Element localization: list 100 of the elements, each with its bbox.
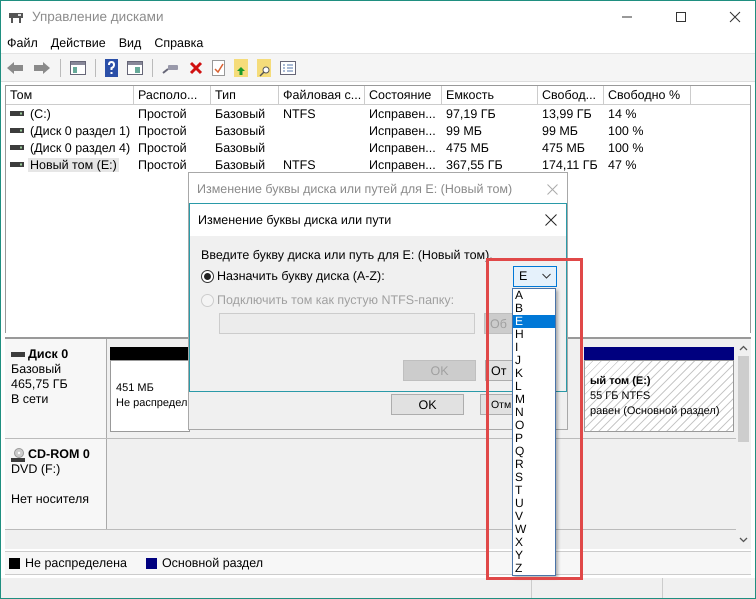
column-header[interactable]: Емкость: [442, 86, 538, 104]
partition-status: равен (Основной раздел): [590, 404, 721, 418]
table-cell: 475 МБ: [446, 140, 489, 154]
dialog-title: Изменение буквы диска или путей для E: (Новый том): [197, 182, 512, 196]
drive-icon: [10, 162, 24, 167]
help-icon[interactable]: [105, 58, 118, 76]
drive-letter-option[interactable]: E: [513, 315, 555, 328]
table-cell: Простой: [138, 140, 187, 154]
drive-letter-option[interactable]: K: [513, 367, 555, 380]
scroll-up-icon[interactable]: [739, 345, 748, 351]
delete-icon[interactable]: [189, 60, 203, 74]
drive-letter-option[interactable]: S: [513, 471, 555, 484]
menu-item[interactable]: Файл: [7, 36, 38, 50]
disk-type: DVD (F:): [11, 462, 62, 477]
drive-letter-option[interactable]: T: [513, 484, 555, 497]
drive-letter-option[interactable]: O: [513, 419, 555, 432]
drive-letter-option[interactable]: I: [513, 341, 555, 354]
drive-letter-option[interactable]: R: [513, 458, 555, 471]
panel-icon[interactable]: [127, 60, 143, 74]
menu-item[interactable]: Вид: [118, 36, 142, 50]
close-icon[interactable]: [545, 214, 557, 226]
partition-size: 451 МБ: [116, 381, 155, 396]
folder-search-icon[interactable]: [257, 58, 271, 76]
panel-icon[interactable]: [70, 60, 86, 74]
table-cell: 97,19 ГБ: [446, 106, 496, 120]
table-cell: 13,99 ГБ: [542, 106, 592, 120]
table-cell: 47 %: [608, 158, 636, 172]
partition-status: Не распредел: [116, 396, 188, 411]
disk-status: Нет носителя: [11, 492, 90, 507]
table-cell: 174,11 ГБ: [542, 158, 598, 172]
back-arrow-icon[interactable]: [6, 60, 24, 74]
dialog-button[interactable]: OK: [391, 394, 464, 415]
table-cell: Простой: [138, 158, 187, 172]
column-header[interactable]: Располо...: [134, 86, 211, 104]
disk-status: В сети: [11, 392, 50, 407]
table-cell: Простой: [138, 106, 187, 120]
drive-letter-option[interactable]: V: [513, 510, 555, 523]
drive-icon: [11, 352, 25, 357]
table-cell: 100 %: [608, 140, 644, 154]
drive-letter-option[interactable]: X: [513, 536, 555, 549]
checked-document-icon[interactable]: [212, 60, 225, 76]
drive-letter-option[interactable]: B: [513, 302, 555, 315]
caret-icon: [542, 273, 551, 279]
table-cell: Исправен...: [369, 106, 436, 120]
table-cell: Простой: [138, 124, 187, 138]
table-cell: 475 МБ: [542, 140, 585, 154]
dialog-button[interactable]: Отм: [480, 394, 512, 415]
table-cell: Исправен...: [369, 124, 436, 138]
drive-letter-option[interactable]: P: [513, 432, 555, 445]
drive-letter-option[interactable]: J: [513, 354, 555, 367]
volume-name[interactable]: (C:): [28, 106, 53, 120]
column-header[interactable]: Свобод...: [538, 86, 604, 104]
drive-letter-dropdown[interactable]: E: [513, 266, 557, 286]
drive-letter-option[interactable]: Z: [513, 562, 555, 575]
table-cell: Базовый: [215, 124, 266, 138]
volume-name[interactable]: (Диск 0 раздел 4): [28, 140, 132, 154]
table-cell: Базовый: [215, 158, 266, 172]
column-header[interactable]: Файловая с...: [279, 86, 365, 104]
menu-item[interactable]: Справка: [154, 36, 204, 50]
drive-letter-option[interactable]: W: [513, 523, 555, 536]
disk-type: Базовый: [11, 362, 62, 377]
scroll-down-icon[interactable]: [739, 537, 748, 543]
drive-icon: [10, 111, 24, 116]
disk-name: Диск 0: [28, 347, 68, 362]
window-title: Управление дисками: [32, 9, 164, 24]
drive-letter-option[interactable]: A: [513, 289, 555, 302]
radio-label[interactable]: Назначить букву диска (A-Z):: [217, 269, 385, 283]
drive-letter-option[interactable]: M: [513, 393, 555, 406]
table-cell: Базовый: [215, 140, 266, 154]
maximize-icon[interactable]: [675, 10, 687, 22]
forward-arrow-icon[interactable]: [33, 60, 51, 74]
partition-name: ый том (E:): [590, 374, 652, 388]
table-cell: 100 %: [608, 124, 644, 138]
drive-letter-option[interactable]: H: [513, 328, 555, 341]
folder-up-icon[interactable]: [234, 58, 248, 76]
column-header[interactable]: Том: [6, 86, 134, 104]
menu-item[interactable]: Действие: [50, 36, 106, 50]
legend-label: Основной раздел: [162, 556, 264, 570]
volume-name[interactable]: (Диск 0 раздел 1): [28, 124, 132, 138]
drive-icon: [10, 128, 24, 133]
table-cell: Базовый: [215, 106, 266, 120]
column-header[interactable]: Состояние: [365, 86, 442, 104]
drive-letter-option[interactable]: Q: [513, 445, 555, 458]
table-cell: 14 %: [608, 106, 636, 120]
drive-icon: [10, 145, 24, 150]
column-header[interactable]: Тип: [211, 86, 279, 104]
drive-letter-option[interactable]: N: [513, 406, 555, 419]
table-cell: Исправен...: [369, 158, 436, 172]
drive-letter-option[interactable]: Y: [513, 549, 555, 562]
table-cell: NTFS: [283, 158, 316, 172]
list-icon[interactable]: [280, 60, 296, 74]
volume-name[interactable]: Новый том (E:): [28, 158, 119, 172]
column-header[interactable]: Свободно %: [604, 86, 691, 104]
table-cell: NTFS: [283, 106, 316, 120]
table-cell: 367,55 ГБ: [446, 158, 503, 172]
close-icon[interactable]: [729, 10, 741, 22]
disk-name: CD-ROM 0: [28, 447, 90, 462]
drive-letter-option[interactable]: U: [513, 497, 555, 510]
radio-button[interactable]: [201, 270, 214, 282]
drive-letter-option[interactable]: L: [513, 380, 555, 393]
